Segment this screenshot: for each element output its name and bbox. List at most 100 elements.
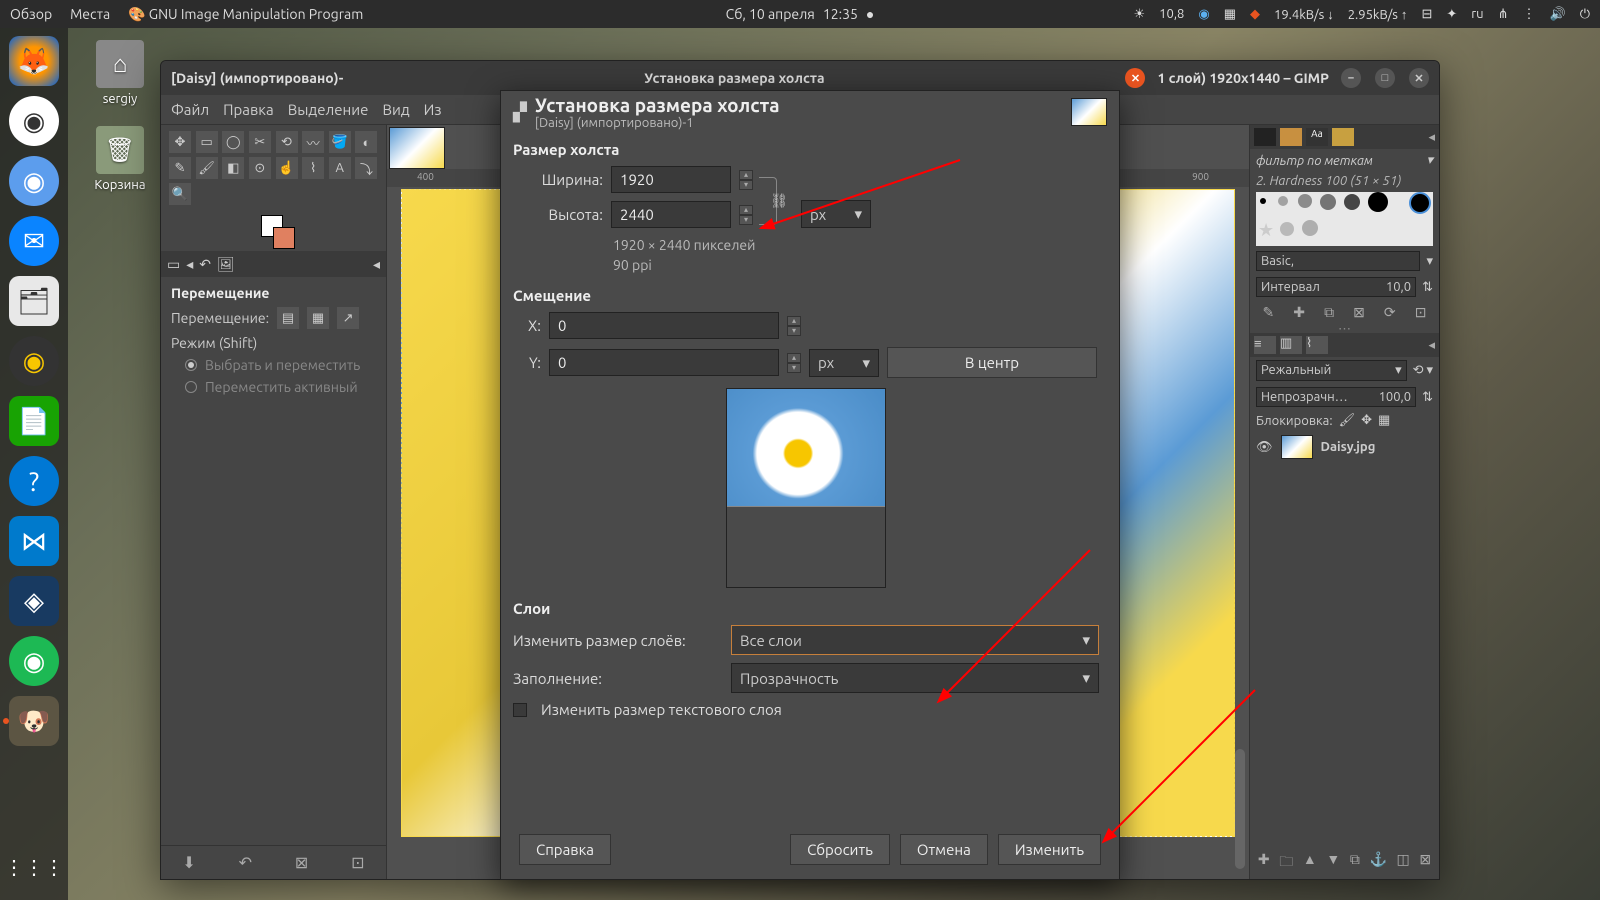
width-spinner[interactable]: ▴▾	[739, 170, 753, 190]
tab-fonts-icon[interactable]: Aa	[1306, 128, 1328, 146]
inner-close-icon[interactable]: ✕	[1125, 68, 1145, 88]
lock-pixels-icon[interactable]: 🖌	[1339, 413, 1356, 428]
preview-image[interactable]	[727, 389, 885, 507]
layer-name[interactable]: Daisy.jpg	[1321, 440, 1376, 454]
height-spinner[interactable]: ▴▾	[739, 205, 753, 225]
dock-files[interactable]: 🗂	[9, 276, 59, 326]
radio-pick-layer[interactable]	[185, 359, 197, 371]
tab-tool-options-icon[interactable]: ▭	[167, 256, 180, 273]
tool-crop[interactable]: ✂	[249, 131, 271, 153]
power-icon[interactable]: ⏻	[1580, 7, 1590, 22]
y-spinner[interactable]: ▴▾	[787, 353, 801, 373]
dock-show-apps[interactable]: ⋮⋮⋮	[9, 842, 59, 892]
tool-path[interactable]: ⌇	[302, 157, 324, 179]
tool-gradient[interactable]: ◐	[355, 131, 377, 153]
lock-alpha-icon[interactable]: ▦	[1378, 413, 1390, 428]
refresh-brush-icon[interactable]: ⟳	[1384, 304, 1396, 321]
tab-layers-icon[interactable]: ≡	[1254, 336, 1276, 354]
volume-icon[interactable]: 🔊	[1550, 7, 1566, 22]
dock-menu-icon[interactable]: ◂	[1428, 338, 1435, 353]
layer-opacity-input[interactable]: Непрозрачн…100,0	[1256, 387, 1416, 407]
lock-position-icon[interactable]: ✥	[1361, 413, 1372, 428]
tool-eraser[interactable]: ◧	[222, 157, 244, 179]
accessibility-icon[interactable]: ✦	[1446, 7, 1457, 22]
language-indicator[interactable]: ru	[1471, 7, 1483, 21]
dock-thunderbird[interactable]: ✉	[9, 216, 59, 266]
tool-rotate[interactable]: ⟲	[276, 131, 298, 153]
dock-vscode[interactable]: ⋈	[9, 516, 59, 566]
move-mode-layer[interactable]: ▤	[277, 307, 299, 329]
delete-brush-icon[interactable]: ⊠	[1353, 304, 1365, 321]
move-mode-path[interactable]: ↗	[337, 307, 359, 329]
tab-patterns-icon[interactable]	[1280, 128, 1302, 146]
apply-button[interactable]: Изменить	[998, 834, 1101, 865]
layer-group-icon[interactable]: 🗀	[1279, 851, 1293, 875]
dock-gimp[interactable]: 🐶	[9, 696, 59, 746]
brush-grid[interactable]: ★	[1256, 192, 1433, 246]
minimize-button[interactable]: –	[1341, 68, 1361, 88]
width-input[interactable]: 1920	[611, 166, 731, 193]
tab-undo-icon[interactable]: ↶	[199, 256, 211, 273]
spinner-icon[interactable]: ⇅	[1422, 390, 1433, 405]
resize-layers-select[interactable]: Все слои▾	[731, 625, 1099, 655]
offset-preview[interactable]	[726, 388, 886, 588]
dock-virtualbox[interactable]: ◈	[9, 576, 59, 626]
tray-icon[interactable]: ⊟	[1421, 7, 1432, 22]
menu-edit[interactable]: Правка	[223, 101, 274, 118]
menu-image[interactable]: Из	[424, 101, 442, 118]
places-menu[interactable]: Места	[70, 6, 110, 22]
tool-bucket[interactable]: 🪣	[329, 131, 351, 153]
tab-brushes-icon[interactable]	[1254, 128, 1276, 146]
mask-layer-icon[interactable]: ◫	[1397, 851, 1410, 875]
brush-filter[interactable]: фильтр по меткам▾	[1250, 149, 1439, 172]
maximize-button[interactable]: □	[1375, 68, 1395, 88]
menu-file[interactable]: Файл	[171, 101, 209, 118]
tool-pencil[interactable]: ✎	[169, 157, 191, 179]
delete-layer-icon[interactable]: ⊠	[1419, 851, 1431, 875]
tool-rect-select[interactable]: ▭	[196, 131, 218, 153]
tool-brush[interactable]: 🖌	[196, 157, 218, 179]
dock-chrome[interactable]: ◉	[9, 96, 59, 146]
dock-divider[interactable]: ⋯	[1250, 325, 1439, 333]
indicator-icon[interactable]: ◉	[1198, 7, 1209, 22]
dock-rhythmbox[interactable]: ◉	[9, 336, 59, 386]
help-button[interactable]: Справка	[519, 834, 611, 865]
background-color[interactable]	[273, 227, 295, 249]
menu-select[interactable]: Выделение	[288, 101, 369, 118]
radio-move-active[interactable]	[185, 381, 197, 393]
x-spinner[interactable]: ▴▾	[787, 316, 801, 336]
tab-paths-icon[interactable]: ⌇	[1306, 336, 1328, 354]
save-preset-icon[interactable]: ⬇	[182, 853, 195, 872]
brush-preset-select[interactable]: Basic,	[1256, 251, 1420, 271]
layer-mode-select[interactable]: Режальный▾	[1256, 360, 1407, 381]
app-menu[interactable]: 🎨 GNU Image Manipulation Program	[128, 6, 363, 23]
reset-button[interactable]: Сбросить	[790, 834, 890, 865]
cancel-button[interactable]: Отмена	[900, 834, 988, 865]
dock-help[interactable]: ?	[9, 456, 59, 506]
tab-device-icon[interactable]: ◂	[186, 256, 193, 273]
new-brush-icon[interactable]: ✚	[1293, 304, 1305, 321]
delete-preset-icon[interactable]: ⊠	[295, 853, 308, 872]
x-input[interactable]: 0	[549, 312, 779, 339]
clock-date[interactable]: Сб, 10 апреля	[726, 6, 815, 22]
duplicate-layer-icon[interactable]: ⧉	[1350, 851, 1360, 875]
offset-unit-select[interactable]: px▾	[809, 349, 879, 377]
open-brush-icon[interactable]: ⊡	[1415, 304, 1427, 321]
desktop-home-icon[interactable]: ⌂ sergiy	[80, 40, 160, 106]
edit-brush-icon[interactable]: ✎	[1263, 304, 1275, 321]
brush-spacing-input[interactable]: Интервал10,0	[1256, 277, 1416, 297]
dock-app[interactable]: ◉	[9, 636, 59, 686]
center-button[interactable]: В центр	[887, 347, 1097, 378]
dock-firefox[interactable]: 🦊	[9, 36, 59, 86]
indicator-cube-icon[interactable]: ◆	[1250, 7, 1260, 22]
tool-free-select[interactable]: ◯	[222, 131, 244, 153]
network-icon[interactable]: ⋔	[1498, 7, 1509, 22]
tool-smudge[interactable]: ☝	[276, 157, 298, 179]
close-button[interactable]: ✕	[1409, 68, 1429, 88]
reset-preset-icon[interactable]: ⊡	[351, 853, 364, 872]
vertical-scrollbar[interactable]	[1235, 749, 1245, 869]
mode-switch-icon[interactable]: ⟲ ▾	[1413, 363, 1433, 378]
dock-menu-icon[interactable]: ◂	[1428, 130, 1435, 145]
activities-button[interactable]: Обзор	[10, 6, 52, 22]
tab-history-icon[interactable]	[1332, 128, 1354, 146]
